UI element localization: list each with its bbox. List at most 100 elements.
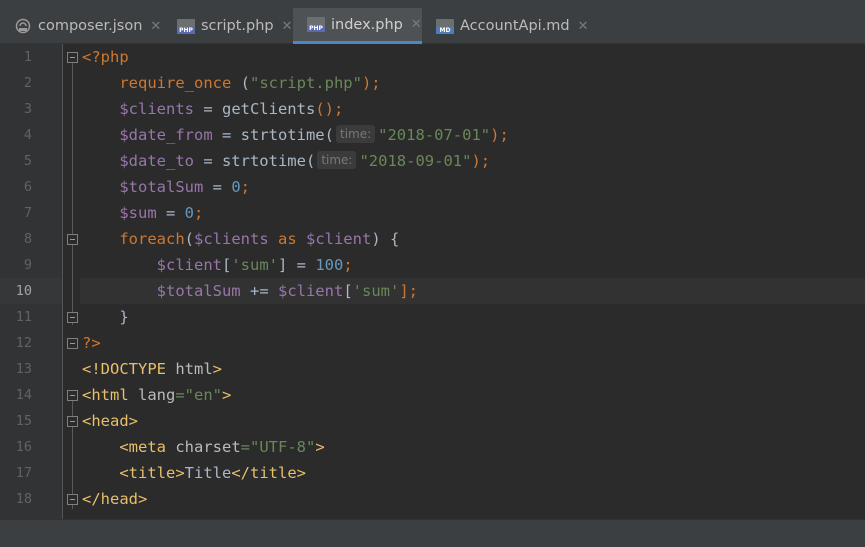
code-line-1[interactable]: <?php xyxy=(82,44,129,70)
code-token: } xyxy=(119,308,129,326)
fold-toggle-icon[interactable] xyxy=(67,416,78,427)
code-token: </head> xyxy=(82,490,148,508)
code-line-15[interactable]: <head> xyxy=(82,408,138,434)
code-line-10[interactable]: $totalSum += $client['sum']; xyxy=(82,278,418,304)
code-token: ] = xyxy=(278,256,316,274)
line-number: 5 xyxy=(23,153,32,169)
tab-script-php[interactable]: PHP script.php ✕ xyxy=(163,8,293,44)
code-line-7[interactable]: $sum = 0; xyxy=(82,200,203,226)
code-line-6[interactable]: $totalSum = 0; xyxy=(82,174,250,200)
code-token: 0 xyxy=(231,178,241,196)
code-line-4[interactable]: $date_from = strtotime(time: "2018-07-01"… xyxy=(82,122,509,148)
code-token: "script.php" xyxy=(249,74,362,92)
line-number: 3 xyxy=(23,101,32,117)
code-line-17[interactable]: <title>Title</title> xyxy=(82,460,306,486)
code-token: $clients xyxy=(194,230,269,248)
line-number: 9 xyxy=(23,257,32,273)
close-icon[interactable]: ✕ xyxy=(282,19,293,34)
code-token: ]; xyxy=(399,282,418,300)
line-number: 7 xyxy=(23,205,32,221)
code-token: $client xyxy=(277,282,344,300)
php-file-icon: PHP xyxy=(307,16,325,34)
code-token: </title> xyxy=(231,464,306,482)
parameter-hint: time: xyxy=(317,151,357,169)
tab-index-php[interactable]: PHP index.php ✕ xyxy=(293,8,422,44)
code-token: > xyxy=(212,360,222,378)
tab-label: script.php xyxy=(201,18,274,34)
tab-label: composer.json xyxy=(38,18,143,34)
code-token: $date_to xyxy=(119,152,194,170)
code-token: $totalSum xyxy=(156,282,241,300)
code-token: $sum xyxy=(119,204,157,222)
line-number-current: 10 xyxy=(15,283,32,299)
fold-guide-line xyxy=(72,245,73,320)
code-line-12[interactable]: ?> xyxy=(82,330,101,356)
tab-label: AccountApi.md xyxy=(460,18,570,34)
code-token: ( xyxy=(231,74,250,92)
code-line-9[interactable]: $client['sum'] = 100; xyxy=(82,252,353,278)
code-token: <!DOCTYPE xyxy=(82,360,176,378)
line-number: 18 xyxy=(15,491,32,507)
code-token: 0 xyxy=(184,204,194,222)
code-token: ; xyxy=(343,256,353,274)
code-token: [ xyxy=(221,256,232,274)
code-token: lang xyxy=(138,386,176,404)
code-line-11[interactable]: } xyxy=(82,304,129,330)
tab-accountapi-md[interactable]: MD AccountApi.md ✕ xyxy=(422,8,589,44)
code-line-14[interactable]: <html lang="en"> xyxy=(82,382,231,408)
fold-toggle-icon[interactable] xyxy=(67,494,78,505)
code-token: $clients xyxy=(119,100,194,118)
code-token: ); xyxy=(361,74,381,92)
code-line-8[interactable]: foreach($clients as $client) { xyxy=(82,226,399,252)
close-icon[interactable]: ✕ xyxy=(150,19,161,34)
gutter-divider xyxy=(62,44,63,519)
tab-composer-json[interactable]: composer.json ✕ xyxy=(0,8,163,44)
fold-toggle-icon[interactable] xyxy=(67,338,78,349)
code-token: $client xyxy=(156,256,222,274)
code-token: "UTF-8" xyxy=(250,438,316,456)
parameter-hint: time: xyxy=(335,125,376,143)
editor-tab-bar: composer.json ✕ PHP script.php ✕ PHP ind… xyxy=(0,0,865,44)
code-token: foreach xyxy=(119,230,185,248)
line-number: 17 xyxy=(15,465,32,481)
line-number: 4 xyxy=(23,127,32,143)
close-icon[interactable]: ✕ xyxy=(411,17,422,32)
code-line-16[interactable]: <meta charset="UTF-8"> xyxy=(82,434,324,460)
code-token: ); xyxy=(471,152,491,170)
code-token: charset xyxy=(175,438,241,456)
line-number: 13 xyxy=(15,361,32,377)
code-token: ; xyxy=(194,204,204,222)
line-number: 8 xyxy=(23,231,32,247)
fold-toggle-icon[interactable] xyxy=(67,52,78,63)
code-line-5[interactable]: $date_to = strtotime(time: "2018-09-01"); xyxy=(82,148,490,174)
code-line-13[interactable]: <!DOCTYPE html> xyxy=(82,356,222,382)
code-token: ) { xyxy=(371,230,400,248)
markdown-file-icon: MD xyxy=(436,17,454,35)
fold-toggle-icon[interactable] xyxy=(67,312,78,323)
code-token: = xyxy=(203,178,232,196)
file-type-badge: PHP xyxy=(177,26,195,34)
file-type-badge: PHP xyxy=(307,25,325,32)
code-line-18[interactable]: </head> xyxy=(82,486,147,512)
fold-toggle-icon[interactable] xyxy=(67,234,78,245)
line-number: 6 xyxy=(23,179,32,195)
code-line-2[interactable]: require_once ("script.php"); xyxy=(82,70,381,96)
code-token: <html xyxy=(82,386,138,404)
code-token: "2018-07-01" xyxy=(378,126,491,144)
line-number: 14 xyxy=(15,387,32,403)
code-token: > xyxy=(222,386,232,404)
code-token: ( xyxy=(184,230,194,248)
tab-label: index.php xyxy=(331,16,403,33)
code-token: (); xyxy=(315,100,344,118)
fold-toggle-icon[interactable] xyxy=(67,390,78,401)
code-line-3[interactable]: $clients = getClients(); xyxy=(82,96,343,122)
line-number: 2 xyxy=(23,75,32,91)
code-token: = strtotime( xyxy=(193,152,316,170)
code-token: "2018-09-01" xyxy=(359,152,472,170)
composer-file-icon xyxy=(14,17,32,35)
code-token: = xyxy=(156,204,185,222)
code-token: <title> xyxy=(119,464,185,482)
code-token: <head> xyxy=(82,412,138,430)
close-icon[interactable]: ✕ xyxy=(578,19,589,34)
code-token: require_once xyxy=(119,74,232,92)
